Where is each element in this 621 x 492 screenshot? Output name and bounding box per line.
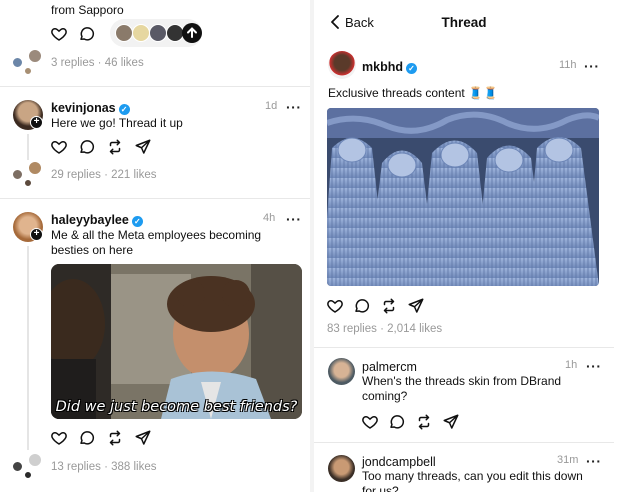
post-time: 11h <box>559 59 577 71</box>
thread-line <box>27 134 29 160</box>
more-icon[interactable]: ··· <box>586 454 602 468</box>
movie-still-image <box>51 264 302 419</box>
left-feed-panel: from Sapporo 3 replies · 46 likes + kevi… <box>0 0 310 492</box>
username[interactable]: mkbhd <box>362 60 403 74</box>
meta-separator: · <box>100 169 112 181</box>
avatar <box>24 179 32 187</box>
avatar <box>12 57 23 68</box>
reply-count[interactable]: 29 replies <box>51 169 101 181</box>
avatar <box>28 453 42 467</box>
divider <box>314 347 614 348</box>
main-post-header: mkbhd ✓ <box>362 58 417 76</box>
comment-icon[interactable] <box>78 25 96 43</box>
post-text: Here we go! Thread it up <box>51 116 183 130</box>
heart-icon[interactable] <box>50 138 68 156</box>
verified-icon: ✓ <box>118 104 130 115</box>
divider <box>314 442 614 443</box>
post1-meta: 29 replies · 221 likes <box>51 169 157 181</box>
like-count[interactable]: 2,014 likes <box>387 323 442 335</box>
post2-header: haleyybaylee ✓ <box>51 211 143 229</box>
reply-avatars-pill[interactable] <box>110 19 202 47</box>
repost-icon[interactable] <box>106 429 124 447</box>
post-time: 31m <box>557 454 579 466</box>
arrow-up-icon[interactable] <box>182 23 202 43</box>
avatar <box>149 24 167 42</box>
avatar <box>24 471 32 479</box>
post-time: 1d <box>265 100 278 112</box>
post1-header: kevinjonas ✓ <box>51 99 130 117</box>
avatar <box>24 67 32 75</box>
follow-plus-icon[interactable]: + <box>30 116 43 129</box>
post-image[interactable] <box>327 108 599 286</box>
post-text: Too many threads, can you edit this down… <box>362 469 583 492</box>
yarn-tassels-image <box>327 108 599 286</box>
more-icon[interactable]: ··· <box>286 100 302 114</box>
reply-count[interactable]: 3 replies <box>51 57 94 69</box>
follow-plus-icon[interactable]: + <box>30 228 43 241</box>
more-icon[interactable]: ··· <box>584 59 600 73</box>
avatar[interactable] <box>328 455 355 482</box>
meta-separator: · <box>376 323 388 335</box>
post-text: Exclusive threads content 🧵🧵 <box>328 86 498 100</box>
heart-icon[interactable] <box>326 297 344 315</box>
more-icon[interactable]: ··· <box>586 359 602 373</box>
username[interactable]: jondcampbell <box>362 455 436 469</box>
post-image[interactable]: Did we just become best friends? <box>51 264 302 419</box>
comment-icon[interactable] <box>388 413 406 431</box>
reply-count[interactable]: 83 replies <box>327 323 377 335</box>
post0-meta: 3 replies · 46 likes <box>51 57 144 69</box>
avatar[interactable] <box>328 358 355 385</box>
avatar <box>28 161 42 175</box>
share-icon[interactable] <box>442 413 460 431</box>
username[interactable]: palmercm <box>362 360 417 374</box>
meta-separator: · <box>100 461 112 473</box>
heart-icon[interactable] <box>361 413 379 431</box>
repost-icon[interactable] <box>106 138 124 156</box>
like-count[interactable]: 46 likes <box>105 57 144 69</box>
reply-count[interactable]: 13 replies <box>51 461 101 473</box>
page-title: Thread <box>441 15 487 30</box>
divider <box>0 198 310 199</box>
repost-icon[interactable] <box>415 413 433 431</box>
image-caption: Did we just become best friends? <box>55 399 298 415</box>
verified-icon: ✓ <box>131 216 143 227</box>
thread-line <box>27 246 29 450</box>
divider <box>0 86 310 87</box>
like-count[interactable]: 221 likes <box>111 169 156 181</box>
avatar <box>12 461 23 472</box>
post-time: 4h <box>263 212 276 224</box>
repost-icon[interactable] <box>380 297 398 315</box>
post-text: When's the threads skin from DBrand comi… <box>362 374 562 403</box>
avatar <box>12 169 23 180</box>
username[interactable]: kevinjonas <box>51 101 116 115</box>
comment-icon[interactable] <box>353 297 371 315</box>
share-icon[interactable] <box>134 429 152 447</box>
like-count[interactable]: 388 likes <box>111 461 156 473</box>
comment-icon[interactable] <box>78 429 96 447</box>
meta-separator: · <box>94 57 105 69</box>
avatar <box>28 49 42 63</box>
thread-detail-panel: Back Thread mkbhd ✓ 11h ··· Exclusive thr… <box>314 0 621 492</box>
heart-icon[interactable] <box>50 25 68 43</box>
post-text-fragment: from Sapporo <box>51 3 124 17</box>
post2-meta: 13 replies · 388 likes <box>51 461 157 473</box>
verified-icon: ✓ <box>405 63 417 74</box>
avatar <box>132 24 150 42</box>
share-icon[interactable] <box>407 297 425 315</box>
main-post-meta: 83 replies · 2,014 likes <box>327 323 442 335</box>
avatar[interactable] <box>328 51 356 79</box>
avatar <box>115 24 133 42</box>
comment-icon[interactable] <box>78 138 96 156</box>
more-icon[interactable]: ··· <box>286 212 302 226</box>
heart-icon[interactable] <box>50 429 68 447</box>
post-text: Me & all the Meta employees becoming bes… <box>51 228 262 257</box>
username[interactable]: haleyybaylee <box>51 213 129 227</box>
share-icon[interactable] <box>134 138 152 156</box>
post-time: 1h <box>565 359 578 371</box>
